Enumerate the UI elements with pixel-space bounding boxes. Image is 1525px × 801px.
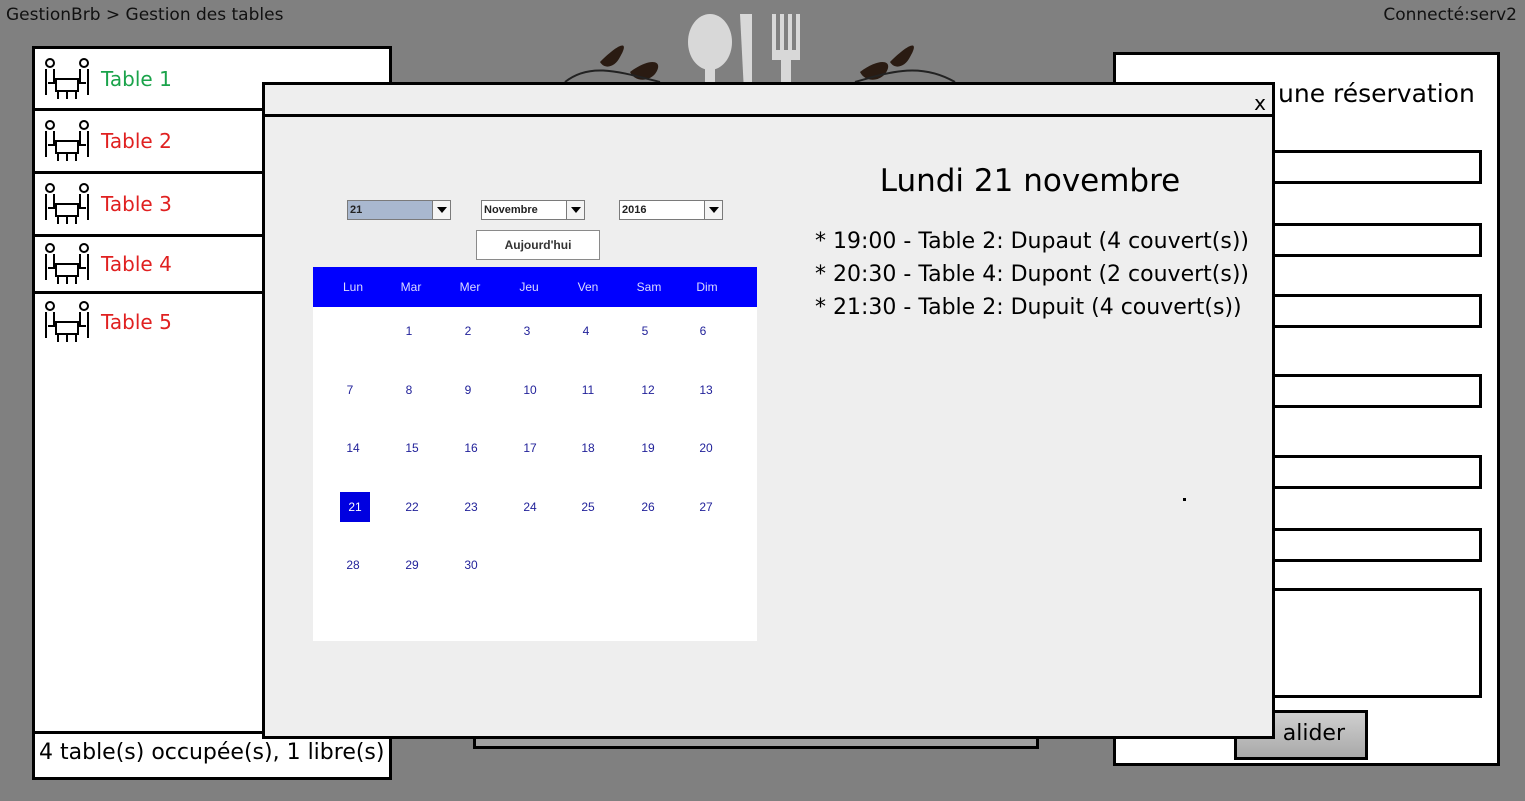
reservation-item: * 21:30 - Table 2: Dupuit (4 couvert(s)) [815,295,1242,320]
calendar-day[interactable]: 16 [456,433,486,463]
reservation-item: * 20:30 - Table 4: Dupont (2 couvert(s)) [815,262,1249,287]
day-select[interactable]: 21 [347,200,451,220]
chevron-down-icon[interactable] [566,201,584,219]
month-select[interactable]: Novembre [481,200,585,220]
dining-table-icon [45,57,89,99]
calendar-day[interactable]: 5 [630,316,660,346]
calendar-day[interactable]: 8 [394,375,424,405]
reservation-field[interactable] [1266,294,1482,328]
calendar-day[interactable]: 23 [456,492,486,522]
calendar-day[interactable]: 30 [456,550,486,580]
weekday-label: Jeu [519,280,539,294]
weekday-label: Mer [459,280,481,294]
calendar-day[interactable]: 11 [573,375,603,405]
calendar-grid: Lun Mar Mer Jeu Ven Sam Dim 1 2 3 4 5 6 … [313,267,757,641]
calendar-day[interactable]: 6 [688,316,718,346]
table-label: Table 2 [101,129,172,153]
reservation-field[interactable] [1266,528,1482,562]
reservation-field[interactable] [1266,374,1482,408]
calendar-day[interactable]: 13 [691,375,721,405]
connected-user: Connecté:serv2 [1383,5,1517,25]
reservation-field[interactable] [1266,150,1482,184]
table-label: Table 5 [101,310,172,334]
reservation-list: * 19:00 - Table 2: Dupaut (4 couvert(s))… [815,225,1249,324]
chevron-down-icon[interactable] [432,201,450,219]
calendar-day[interactable]: 17 [515,433,545,463]
day-select-value: 21 [350,204,363,216]
cutlery-logo-icon [564,14,956,92]
calendar-day[interactable]: 27 [691,492,721,522]
table-label: Table 3 [101,192,172,216]
reservation-notes-field[interactable] [1266,588,1482,698]
weekday-label: Lun [342,280,364,294]
calendar-day[interactable]: 25 [573,492,603,522]
weekday-label: Ven [577,280,599,294]
dining-table-icon [45,120,89,161]
calendar-dialog: x 21 Novembre 2016 Aujourd'hui Lun Mar M… [262,82,1275,739]
calendar-day-selected[interactable]: 21 [340,492,370,522]
month-select-value: Novembre [484,204,538,216]
weekday-label: Dim [696,280,718,294]
table-label: Table 4 [101,252,172,276]
calendar-day[interactable]: 22 [397,492,427,522]
table-label: Table 1 [101,66,172,91]
calendar-day[interactable]: 18 [573,433,603,463]
calendar-day[interactable]: 12 [633,375,663,405]
dining-table-icon [45,183,89,224]
calendar-day[interactable]: 19 [633,433,663,463]
calendar-day[interactable]: 29 [397,550,427,580]
year-select[interactable]: 2016 [619,200,723,220]
reservation-field[interactable] [1266,455,1482,489]
year-select-value: 2016 [622,204,647,216]
dining-table-icon [45,301,89,342]
reservation-field[interactable] [1266,223,1482,257]
calendar-day[interactable]: 20 [691,433,721,463]
calendar-day[interactable]: 24 [515,492,545,522]
weekday-label: Sam [636,280,662,294]
calendar-day[interactable]: 28 [338,550,368,580]
calendar-day[interactable]: 3 [512,316,542,346]
chevron-down-icon[interactable] [704,201,722,219]
today-button[interactable]: Aujourd'hui [476,230,600,260]
calendar-day[interactable]: 1 [394,316,424,346]
weekday-label: Mar [400,280,422,294]
dining-table-icon [45,243,89,284]
calendar-day[interactable]: 9 [453,375,483,405]
calendar-day[interactable]: 26 [633,492,663,522]
selected-date-title: Lundi 21 novembre [879,163,1181,199]
breadcrumb: GestionBrb > Gestion des tables [6,5,284,25]
calendar-day[interactable]: 7 [335,375,365,405]
calendar-day[interactable]: 4 [571,316,601,346]
dialog-titlebar: x [265,85,1272,117]
reservation-item: * 19:00 - Table 2: Dupaut (4 couvert(s)) [815,229,1250,254]
calendar-day[interactable]: 10 [515,375,545,405]
stray-dot [1183,498,1186,501]
calendar-day[interactable]: 14 [338,433,368,463]
reservation-title: une réservation [1278,79,1475,108]
calendar-day[interactable]: 2 [453,316,483,346]
calendar-day[interactable]: 15 [397,433,427,463]
calendar-weekday-header: Lun Mar Mer Jeu Ven Sam Dim [313,267,757,307]
close-button[interactable]: x [1254,91,1266,115]
